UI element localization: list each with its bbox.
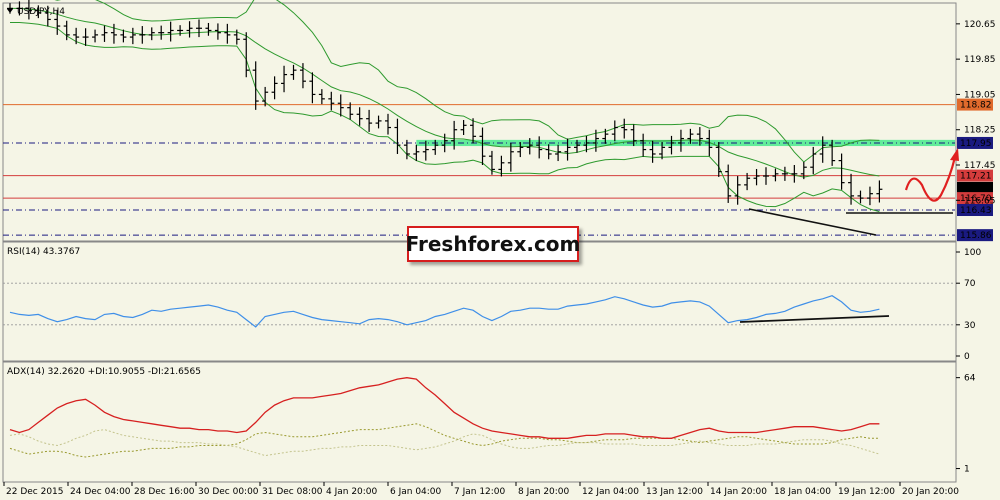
rsi-tick-label: 0 [964, 352, 970, 362]
chevron-down-icon[interactable] [7, 9, 13, 13]
price-label-text: 115.86 [960, 231, 992, 241]
rsi-title: RSI(14) 43.3767 [7, 247, 80, 257]
price-label-text: 117.21 [960, 172, 992, 182]
time-tick-label: 8 Jan 20:00 [518, 487, 570, 497]
rsi-tick-label: 30 [964, 321, 976, 331]
time-tick-label: 13 Jan 12:00 [646, 487, 703, 497]
plus-di-line[interactable] [9, 429, 880, 457]
time-tick-label: 28 Dec 16:00 [134, 487, 195, 497]
minus-di-line[interactable] [9, 423, 880, 458]
time-axis: 22 Dec 2015 24 Dec 04:00 28 Dec 16:00 30 De… [3, 482, 959, 497]
time-tick-label: 19 Jan 12:00 [838, 487, 895, 497]
adx-tick-label: 1 [964, 465, 970, 475]
time-tick-label: 24 Dec 04:00 [70, 487, 131, 497]
adx-panel-frame [2, 361, 957, 483]
price-tick-label: 116.65 [964, 196, 996, 206]
adx-panel[interactable]: 64 1 [9, 374, 976, 475]
price-tick-label: 117.45 [964, 161, 996, 171]
forecast-arrow-icon [950, 148, 959, 161]
time-tick-label: 22 Dec 2015 [6, 487, 64, 497]
time-tick-label: 12 Jan 04:00 [582, 487, 639, 497]
adx-title: ADX(14) 32.2620 +DI:10.9055 -DI:21.6565 [7, 367, 201, 377]
rsi-tick-label: 70 [964, 279, 976, 289]
time-tick-label: 4 Jan 20:00 [326, 487, 378, 497]
price-label-text: 117.95 [960, 139, 992, 149]
rsi-panel[interactable]: 100 70 30 0 [3, 248, 981, 362]
time-tick-label: 6 Jan 04:00 [390, 487, 442, 497]
time-tick-label: 30 Dec 00:00 [198, 487, 259, 497]
symbol-title: USDJPY,H4 [17, 7, 65, 17]
forecast-path [904, 156, 957, 202]
price-panel[interactable]: 118.82117.95117.21116.93116.70116.43115.… [3, 0, 996, 242]
price-tick-label: 120.65 [964, 20, 996, 30]
time-tick-label: 20 Jan 20:00 [902, 487, 959, 497]
price-panel-frame [2, 2, 957, 242]
price-label-text: 118.82 [960, 101, 992, 111]
adx-line[interactable] [9, 377, 880, 439]
trading-chart-window: 118.82 117.95 117.21 116.93 116.70 116.43 115.… [0, 0, 1000, 500]
time-tick-label: 31 Dec 08:00 [262, 487, 323, 497]
time-tick-label: 18 Jan 04:00 [774, 487, 831, 497]
bollinger-lower [10, 22, 880, 213]
time-tick-label: 7 Jan 12:00 [454, 487, 506, 497]
freshforex-logo: Freshforex.com [405, 226, 581, 262]
watermark-text: Freshforex.com [405, 232, 581, 256]
price-tick-label: 118.25 [964, 126, 996, 136]
adx-tick-label: 64 [964, 374, 976, 384]
price-label-text: 116.43 [960, 206, 992, 216]
rsi-tick-label: 100 [964, 248, 981, 258]
price-tick-label: 119.05 [964, 90, 996, 100]
time-tick-label: 14 Jan 20:00 [710, 487, 767, 497]
price-tick-label: 119.85 [964, 55, 996, 65]
rsi-trendline[interactable] [739, 315, 890, 323]
